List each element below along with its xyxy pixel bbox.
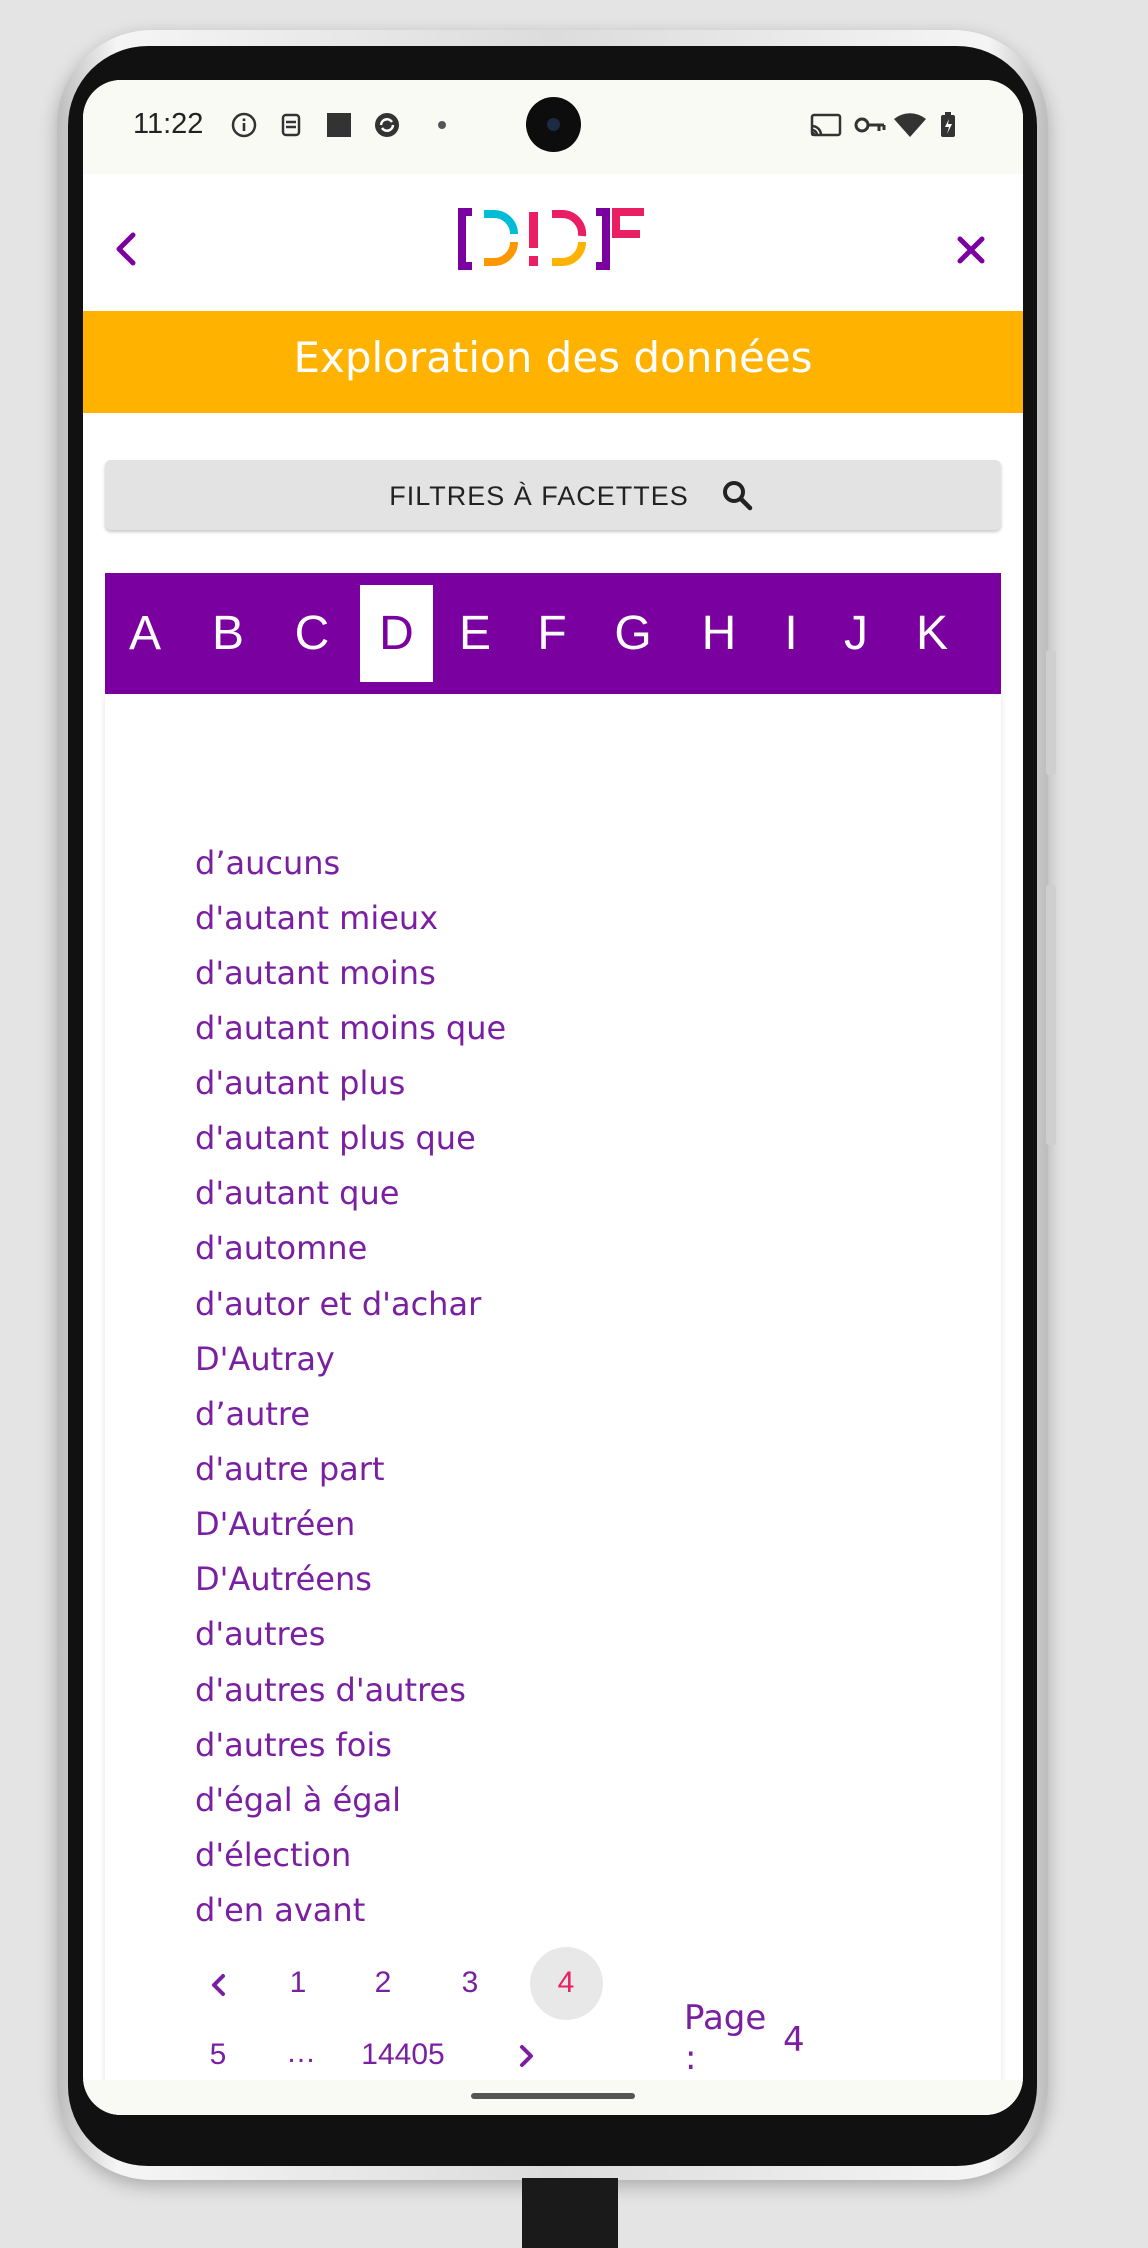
word-link[interactable]: d'autres <box>195 1615 325 1653</box>
word-link[interactable]: d'égal à égal <box>195 1781 401 1819</box>
word-link[interactable]: d'autant plus <box>195 1064 405 1102</box>
pagination-ellipsis: … <box>286 2036 316 2069</box>
back-chevron-icon[interactable] <box>107 229 147 269</box>
word-list-card: d’aucuns d'autant mieux d'autant moins d… <box>105 694 1001 2115</box>
word-link[interactable]: d'automne <box>195 1229 367 1267</box>
facet-filters-button[interactable]: FILTRES À FACETTES <box>105 460 1001 530</box>
gesture-handle[interactable] <box>471 2093 635 2099</box>
page-1[interactable]: 1 <box>278 1966 318 2000</box>
close-icon[interactable] <box>955 234 987 266</box>
letter-k[interactable]: K <box>891 585 973 682</box>
page-5[interactable]: 5 <box>198 2038 238 2072</box>
word-link[interactable]: D'Autréens <box>195 1560 372 1598</box>
wifi-icon <box>894 113 926 137</box>
page-indicator-label: Page <box>684 1998 767 2038</box>
letter-c[interactable]: C <box>271 585 353 682</box>
ddf-logo <box>458 208 644 270</box>
letter-e[interactable]: E <box>435 585 515 682</box>
word-link[interactable]: d'autant moins que <box>195 1009 506 1047</box>
dot-icon <box>438 121 446 129</box>
sim-icon <box>281 113 301 137</box>
word-link[interactable]: D'Autray <box>195 1340 335 1378</box>
facet-filters-label: FILTRES À FACETTES <box>389 481 689 511</box>
app-bar <box>83 174 1023 311</box>
status-bar: 11:22 <box>83 80 1023 174</box>
navigation-bar <box>83 2080 1023 2115</box>
word-link[interactable]: d'autant mieux <box>195 899 438 937</box>
word-link[interactable]: d'autant plus que <box>195 1119 476 1157</box>
letter-b[interactable]: B <box>185 585 271 682</box>
status-time: 11:22 <box>133 108 204 140</box>
vpn-key-icon <box>854 117 886 133</box>
usb-cable <box>522 2178 618 2248</box>
front-camera <box>526 97 581 152</box>
letter-a[interactable]: A <box>105 585 185 682</box>
square-icon <box>327 113 351 137</box>
word-link[interactable]: d'autant moins <box>195 954 436 992</box>
word-link[interactable]: d'autres d'autres <box>195 1671 466 1709</box>
sync-icon <box>375 113 399 137</box>
page-3[interactable]: 3 <box>450 1966 490 2000</box>
word-link[interactable]: d'élection <box>195 1836 351 1874</box>
alphabet-bar: A B C D E F G H I J K <box>105 573 1001 694</box>
word-link[interactable]: d'autres fois <box>195 1726 392 1764</box>
word-link[interactable]: d'autant que <box>195 1174 399 1212</box>
letter-d-active[interactable]: D <box>360 585 433 682</box>
letter-g[interactable]: G <box>589 585 677 682</box>
page-title: Exploration des données <box>293 333 813 382</box>
next-page-chevron-icon[interactable] <box>515 2044 537 2068</box>
power-button <box>1046 650 1056 775</box>
word-link[interactable]: d'autre part <box>195 1450 384 1488</box>
word-link[interactable]: d'en avant <box>195 1891 365 1929</box>
search-icon <box>723 481 753 511</box>
info-icon <box>231 112 257 138</box>
letter-j[interactable]: J <box>821 585 891 682</box>
letter-f[interactable]: F <box>515 585 589 682</box>
page-2[interactable]: 2 <box>363 1966 403 2000</box>
page-indicator-colon: : <box>685 2038 697 2078</box>
word-link[interactable]: d’autre <box>195 1395 310 1433</box>
word-link[interactable]: d’aucuns <box>195 844 340 882</box>
volume-button <box>1046 885 1056 1145</box>
word-link[interactable]: d'autor et d'achar <box>195 1285 481 1323</box>
prev-page-chevron-icon[interactable] <box>208 1973 230 1997</box>
device-screen: 11:22 Exploration des données FILTRES À … <box>83 80 1023 2115</box>
page-indicator-value: 4 <box>783 2020 805 2060</box>
page-4-current[interactable]: 4 <box>546 1966 586 2000</box>
section-banner: Exploration des données <box>83 311 1023 413</box>
battery-icon <box>941 112 955 137</box>
letter-h[interactable]: H <box>677 585 761 682</box>
cast-icon <box>810 113 842 137</box>
page-last[interactable]: 14405 <box>353 2038 453 2072</box>
word-link[interactable]: D'Autréen <box>195 1505 355 1543</box>
letter-i[interactable]: I <box>761 585 821 682</box>
